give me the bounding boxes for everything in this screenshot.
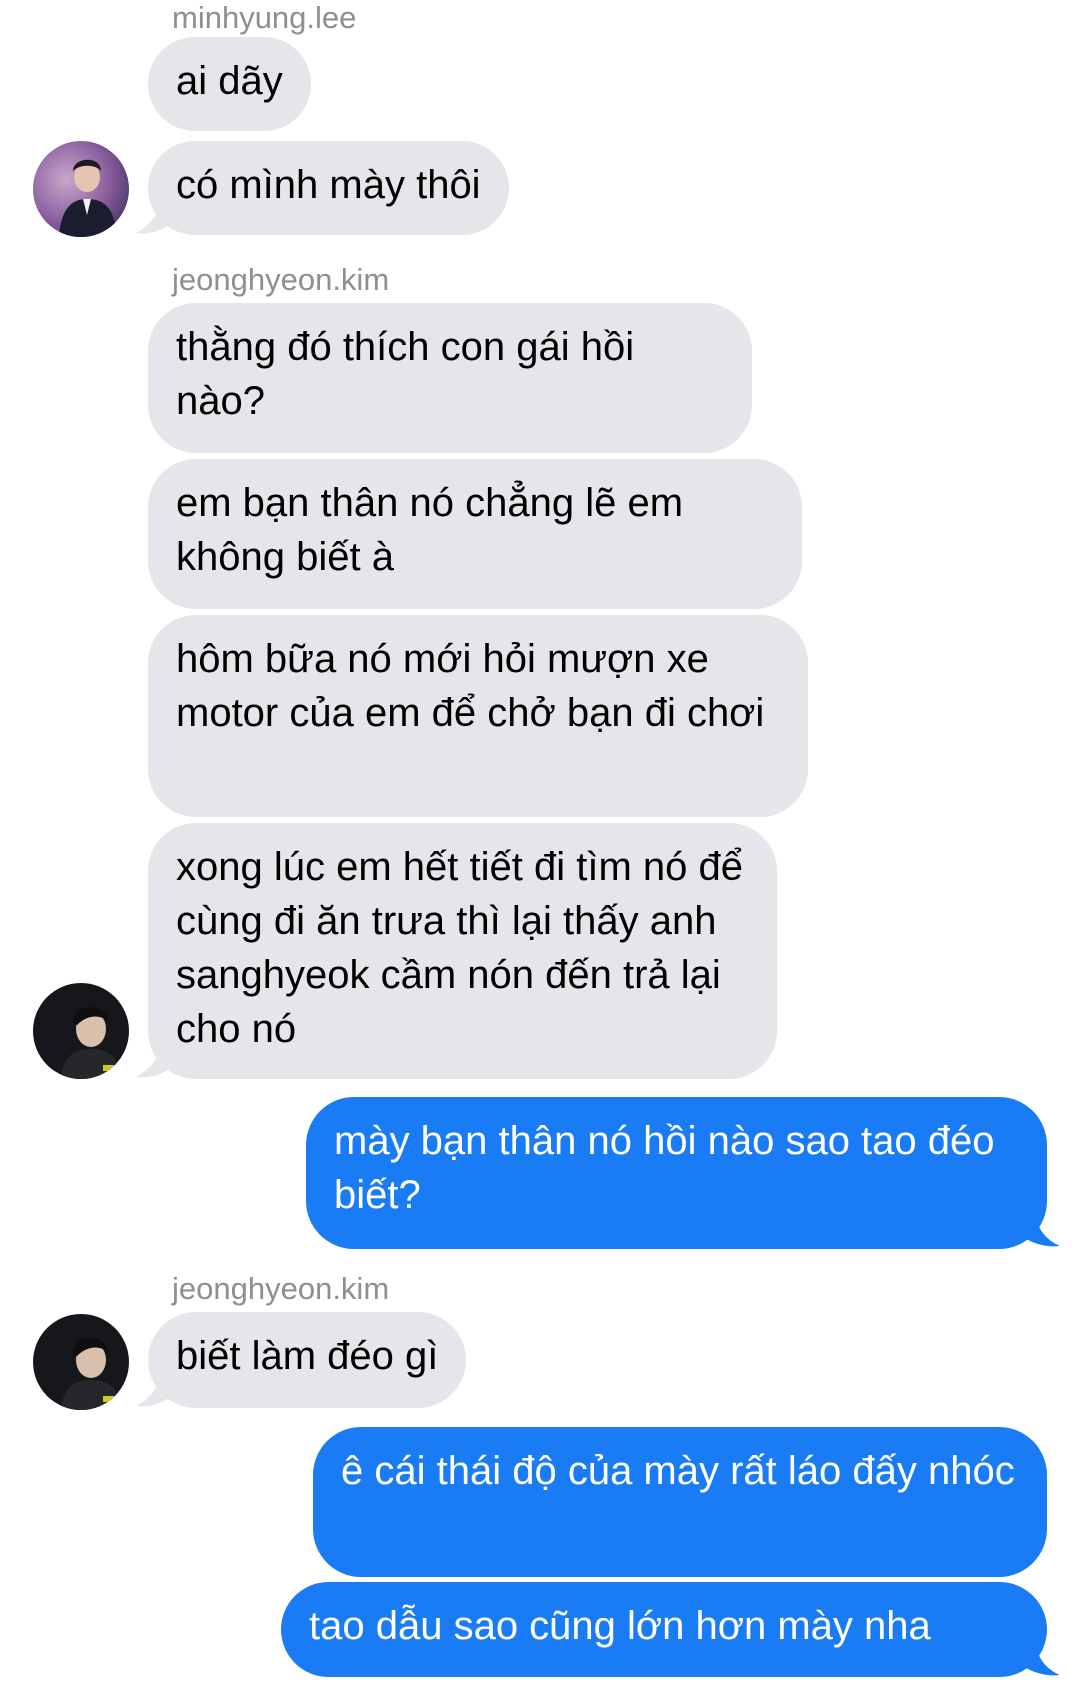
sender-name: jeonghyeon.kim (172, 262, 390, 297)
profile-photo-icon (33, 1314, 129, 1410)
sender-name: jeonghyeon.kim (172, 1271, 390, 1306)
message-bubble-outgoing[interactable]: mày bạn thân nó hồi nào sao tao đéo biết… (306, 1097, 1047, 1249)
sender-name: minhyung.lee (172, 0, 357, 35)
message-text: có mình mày thôi (176, 163, 481, 207)
avatar-minhyung[interactable] (33, 141, 129, 237)
message-bubble-incoming[interactable]: xong lúc em hết tiết đi tìm nó để cùng đ… (148, 823, 777, 1079)
message-text: em bạn thân nó chẳng lẽ em không biết à (176, 481, 684, 579)
bubble-tail (1016, 1641, 1060, 1676)
message-text: ê cái thái độ của mày rất láo đấy nhóc (341, 1449, 1015, 1493)
message-text: thằng đó thích con gái hồi nào? (176, 325, 635, 423)
message-text: hôm bữa nó mới hỏi mượn xe motor của em … (176, 637, 765, 735)
message-text: mày bạn thân nó hồi nào sao tao đéo biết… (334, 1119, 995, 1217)
message-bubble-incoming[interactable]: em bạn thân nó chẳng lẽ em không biết à (148, 459, 802, 609)
message-bubble-incoming[interactable]: thằng đó thích con gái hồi nào? (148, 303, 752, 453)
message-bubble-incoming[interactable]: hôm bữa nó mới hỏi mượn xe motor của em … (148, 615, 808, 817)
message-text: biết làm đéo gì (176, 1334, 439, 1378)
message-text: ai dãy (176, 59, 283, 103)
avatar-jeonghyeon[interactable] (33, 983, 129, 1079)
message-bubble-outgoing[interactable]: tao dẫu sao cũng lớn hơn mày nha (281, 1582, 1047, 1677)
profile-photo-icon (33, 983, 129, 1079)
message-bubble-incoming[interactable]: có mình mày thôi (148, 141, 509, 235)
avatar-jeonghyeon[interactable] (33, 1314, 129, 1410)
bubble-tail (136, 199, 176, 234)
profile-photo-icon (33, 141, 129, 237)
message-bubble-incoming[interactable]: ai dãy (148, 37, 311, 131)
message-text: tao dẫu sao cũng lớn hơn mày nha (309, 1604, 931, 1648)
message-bubble-outgoing[interactable]: ê cái thái độ của mày rất láo đấy nhóc (313, 1427, 1047, 1577)
message-bubble-incoming[interactable]: biết làm đéo gì (148, 1312, 467, 1408)
message-text: xong lúc em hết tiết đi tìm nó để cùng đ… (176, 845, 743, 1051)
bubble-tail (136, 1372, 176, 1407)
bubble-tail (1016, 1212, 1060, 1247)
bubble-tail (136, 1043, 176, 1078)
